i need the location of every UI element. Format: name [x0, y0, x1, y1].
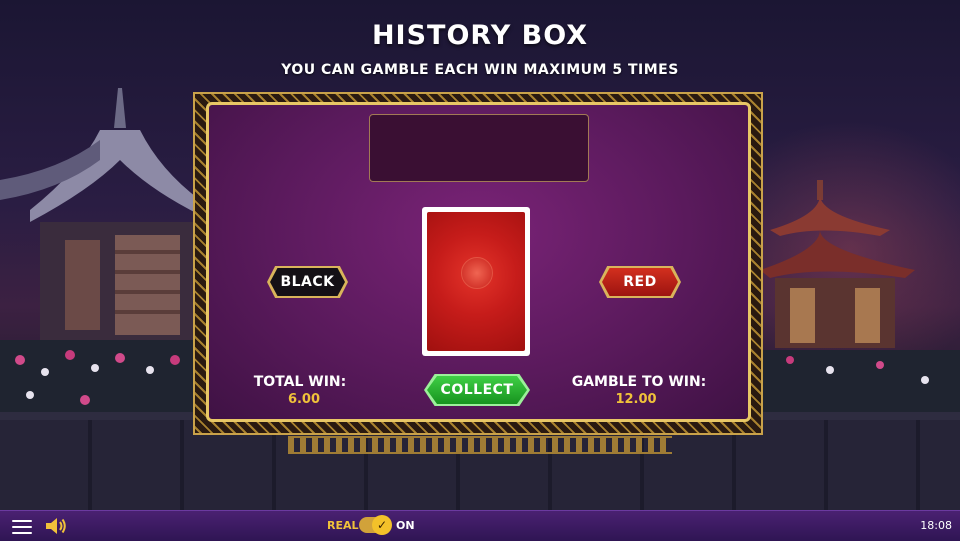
card-back — [427, 212, 525, 351]
black-button-label: BLACK — [270, 268, 345, 296]
card-emblem-icon — [461, 257, 493, 289]
speaker-icon[interactable] — [44, 516, 68, 536]
real-play-toggle[interactable]: ✓ — [359, 515, 392, 535]
playing-card-face-down — [422, 207, 530, 356]
clock: 18:08 — [920, 519, 952, 532]
bottom-bar: REAL ✓ ON 18:08 — [0, 510, 960, 541]
history-box — [369, 114, 589, 182]
red-button-label: RED — [602, 268, 678, 296]
gamble-to-win-label: GAMBLE TO WIN: — [571, 374, 707, 390]
check-icon: ✓ — [372, 515, 392, 535]
on-label: ON — [396, 519, 415, 532]
total-win-value: 6.00 — [287, 392, 321, 407]
collect-button-label: COLLECT — [427, 376, 527, 404]
frame-knot-ornament — [288, 436, 672, 454]
real-label: REAL — [327, 519, 359, 532]
red-button[interactable]: RED — [599, 266, 681, 298]
gamble-to-win-value: 12.00 — [615, 392, 657, 407]
black-button[interactable]: BLACK — [267, 266, 348, 298]
right-pagoda-decoration — [760, 180, 960, 420]
page-subtitle: YOU CAN GAMBLE EACH WIN MAXIMUM 5 TIMES — [281, 62, 679, 78]
hamburger-menu-icon[interactable] — [12, 520, 32, 534]
collect-button[interactable]: COLLECT — [424, 374, 530, 406]
page-title: HISTORY BOX — [371, 20, 589, 51]
total-win-label: TOTAL WIN: — [253, 374, 347, 390]
